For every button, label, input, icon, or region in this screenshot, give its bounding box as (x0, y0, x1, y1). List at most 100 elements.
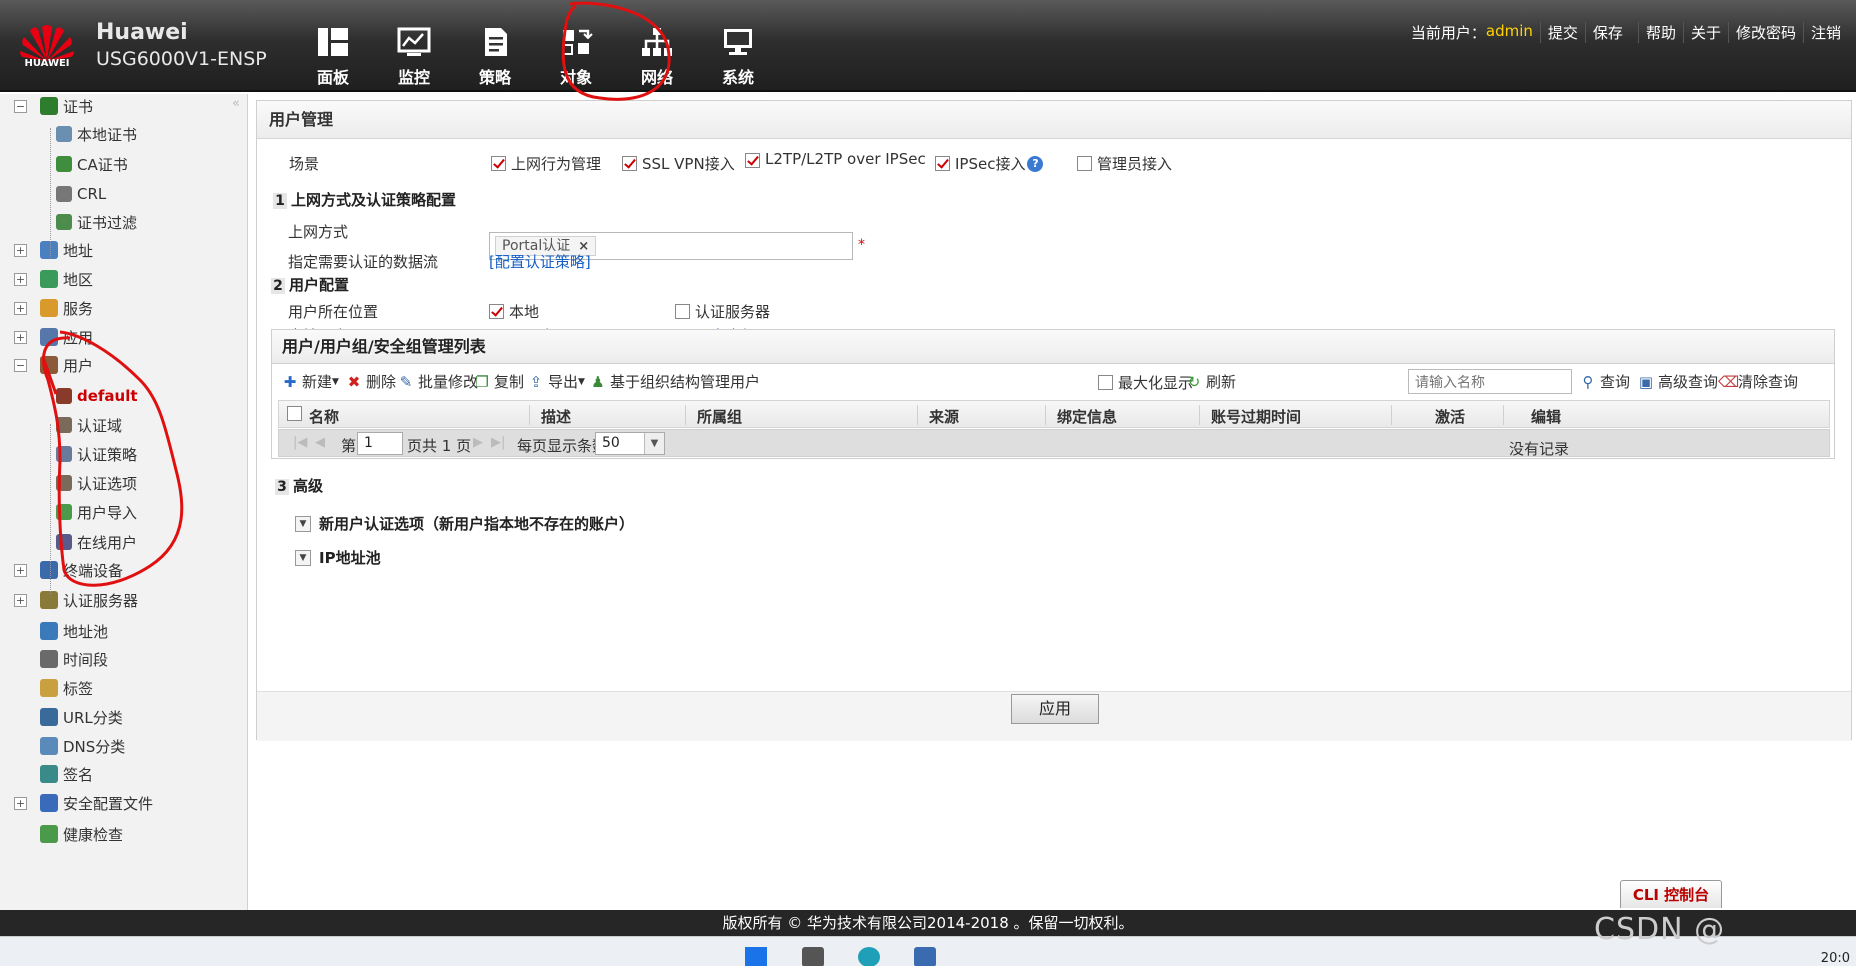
collapse-icon[interactable]: − (14, 358, 27, 372)
column-source[interactable]: 来源 (929, 406, 959, 427)
clear-query-button[interactable]: ⌫ 清除查询 (1718, 371, 1798, 392)
org-manage-users-button[interactable]: ♟ 基于组织结构管理用户 (590, 371, 760, 392)
expand-icon[interactable]: + (14, 563, 27, 577)
first-page-icon[interactable]: |◀ (293, 435, 307, 450)
collapse-icon[interactable]: − (14, 99, 27, 113)
expand-icon[interactable]: + (14, 301, 27, 315)
logout-link[interactable]: 注销 (1802, 22, 1848, 43)
collapse-sidebar-icon[interactable]: « (232, 96, 240, 111)
per-page-select[interactable]: 50 ▼ (595, 432, 665, 455)
location-auth-server-checkbox[interactable]: 认证服务器 (675, 301, 770, 322)
scene-ssl-vpn-checkbox[interactable]: SSL VPN接入 (622, 153, 735, 174)
taskbar-app-icon[interactable] (914, 947, 936, 966)
nav-dashboard[interactable]: 面板 (288, 26, 378, 88)
tree-item[interactable]: 证书过滤 (56, 210, 137, 234)
tree-item[interactable]: 认证选项 (56, 471, 137, 495)
tree-item[interactable]: + 地区 (14, 267, 93, 291)
tree-item[interactable]: DNS分类 (40, 734, 125, 758)
tree-item[interactable]: − 证书 (14, 94, 93, 118)
expand-icon[interactable]: + (14, 593, 27, 607)
export-button[interactable]: ⇪ 导出 ▼ (528, 371, 585, 392)
expand-icon[interactable]: + (14, 796, 27, 810)
windows-start-icon[interactable] (745, 947, 767, 966)
checkbox-box[interactable] (489, 304, 504, 319)
tree-item[interactable]: − 用户 (14, 353, 93, 377)
scene-ipsec-checkbox[interactable]: IPSec接入 ? (935, 153, 1044, 174)
checkbox-box[interactable] (745, 153, 760, 168)
help-link[interactable]: 帮助 (1637, 22, 1683, 43)
tree-item[interactable]: + 认证服务器 (14, 588, 138, 612)
refresh-button[interactable]: ↻ 刷新 (1186, 371, 1236, 392)
expand-icon[interactable]: + (14, 243, 27, 257)
last-page-icon[interactable]: ▶| (491, 435, 505, 450)
tree-item[interactable]: 认证策略 (56, 442, 137, 466)
tree-item[interactable]: 地址池 (40, 619, 108, 643)
tree-item[interactable]: default (56, 384, 138, 408)
tree-item[interactable]: URL分类 (40, 705, 123, 729)
maximize-display-checkbox[interactable]: 最大化显示 (1098, 372, 1193, 393)
copy-button[interactable]: ❐ 复制 (474, 371, 524, 392)
tree-item[interactable]: + 安全配置文件 (14, 791, 153, 815)
tree-item[interactable]: + 应用 (14, 325, 93, 349)
expand-icon[interactable]: + (14, 272, 27, 286)
tree-item[interactable]: 时间段 (40, 647, 108, 671)
tree-item[interactable]: + 服务 (14, 296, 93, 320)
checkbox-box[interactable] (935, 156, 950, 171)
submit-link[interactable]: 提交 (1539, 22, 1585, 43)
config-auth-policy-link[interactable]: [配置认证策略] (489, 251, 591, 272)
column-name[interactable]: 名称 (309, 406, 339, 427)
next-page-icon[interactable]: ▶ (473, 435, 483, 450)
tree-item[interactable]: 本地证书 (56, 122, 137, 146)
advanced-query-button[interactable]: ▣ 高级查询 (1638, 371, 1718, 392)
nav-network[interactable]: 网络 (612, 26, 702, 88)
apply-button[interactable]: 应用 (1011, 694, 1099, 724)
page-number-input[interactable]: 1 (357, 432, 403, 455)
tree-item[interactable]: + 地址 (14, 238, 93, 262)
tree-item[interactable]: 健康检查 (40, 822, 123, 846)
tree-item[interactable]: 在线用户 (56, 530, 137, 554)
column-edit[interactable]: 编辑 (1531, 406, 1561, 427)
prev-page-icon[interactable]: ◀ (315, 435, 325, 450)
column-description[interactable]: 描述 (541, 406, 571, 427)
select-all-checkbox[interactable] (287, 406, 302, 421)
nav-system[interactable]: 系统 (693, 26, 783, 88)
checkbox-box[interactable] (1077, 156, 1092, 171)
nav-object[interactable]: 对象 (531, 26, 621, 88)
ip-pool-expander[interactable]: ▼ IP地址池 (295, 547, 381, 568)
search-input[interactable] (1408, 369, 1572, 394)
batch-edit-button[interactable]: ✎ 批量修改 (398, 371, 478, 392)
taskbar-browser-icon[interactable] (858, 947, 880, 966)
tree-item[interactable]: CRL (56, 182, 106, 206)
delete-button[interactable]: ✖ 删除 (346, 371, 396, 392)
expand-icon[interactable]: + (14, 330, 27, 344)
checkbox-box[interactable] (491, 156, 506, 171)
query-button[interactable]: ⚲ 查询 (1580, 371, 1631, 392)
scene-internet-behavior-checkbox[interactable]: 上网行为管理 (491, 153, 601, 174)
cli-console-button[interactable]: CLI 控制台 (1620, 880, 1722, 908)
tree-item[interactable]: 用户导入 (56, 500, 137, 524)
about-link[interactable]: 关于 (1682, 22, 1728, 43)
taskbar-app-icon[interactable] (802, 947, 824, 966)
save-link[interactable]: 保存 (1584, 22, 1630, 43)
column-expiry[interactable]: 账号过期时间 (1211, 406, 1301, 427)
nav-monitor[interactable]: 监控 (369, 26, 459, 88)
checkbox-box[interactable] (622, 156, 637, 171)
tree-item[interactable]: 标签 (40, 676, 93, 700)
scene-admin-access-checkbox[interactable]: 管理员接入 (1077, 153, 1172, 174)
column-group[interactable]: 所属组 (697, 406, 742, 427)
new-button[interactable]: ✚ 新建 ▼ (282, 371, 339, 392)
column-binding[interactable]: 绑定信息 (1057, 406, 1117, 427)
change-password-link[interactable]: 修改密码 (1727, 22, 1803, 43)
new-user-auth-options-expander[interactable]: ▼ 新用户认证选项（新用户指本地不存在的账户） (295, 513, 634, 534)
checkbox-box[interactable] (675, 304, 690, 319)
tree-item[interactable]: CA证书 (56, 152, 128, 176)
location-local-checkbox[interactable]: 本地 (489, 301, 539, 322)
nav-policy[interactable]: 策略 (450, 26, 540, 88)
scene-l2tp-checkbox[interactable]: L2TP/L2TP over IPSec (745, 150, 926, 168)
column-active[interactable]: 激活 (1435, 406, 1465, 427)
help-icon[interactable]: ? (1027, 155, 1044, 172)
tree-item[interactable]: + 终端设备 (14, 558, 123, 582)
checkbox-box[interactable] (1098, 375, 1113, 390)
tree-item[interactable]: 认证域 (56, 413, 122, 437)
tree-item[interactable]: 签名 (40, 762, 93, 786)
